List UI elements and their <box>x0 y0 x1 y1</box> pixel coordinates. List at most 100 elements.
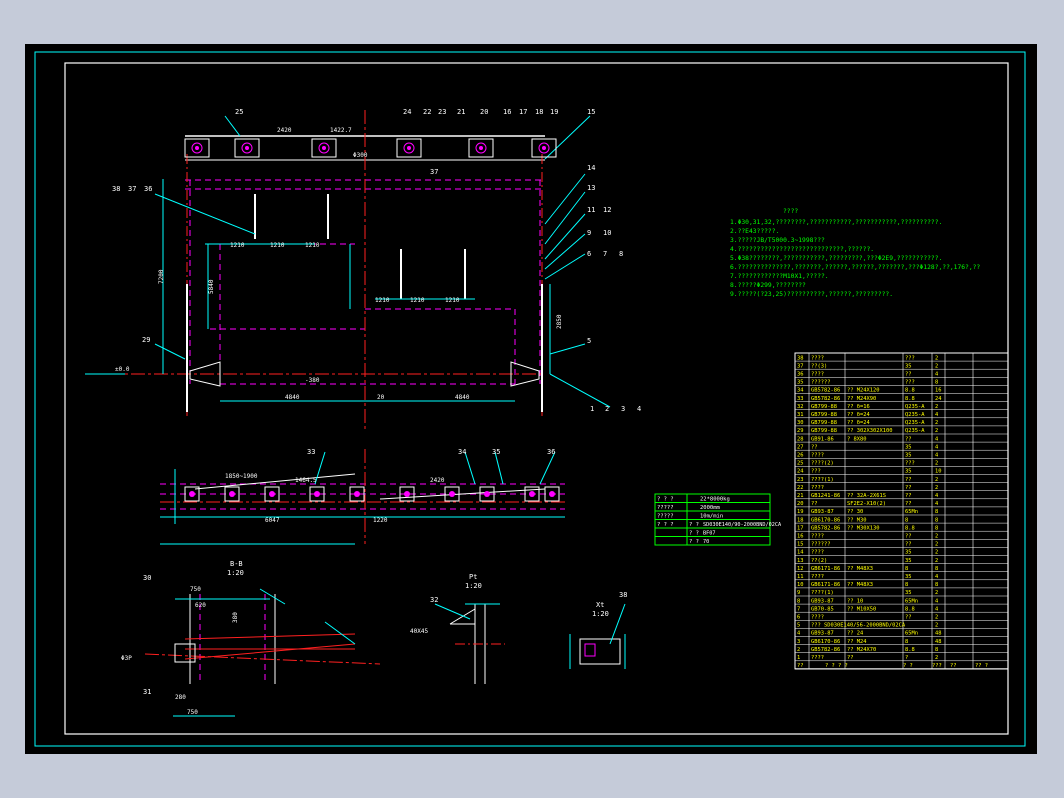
spec-label: ? ? ? <box>657 522 674 528</box>
parts-cell: ?? <box>905 436 912 442</box>
label-37b: 37 <box>430 168 438 176</box>
parts-cell: 35 <box>905 363 912 369</box>
parts-cell: GB6170-86 <box>811 639 840 645</box>
parts-cell: 4 <box>935 598 938 604</box>
label-3: 3 <box>621 405 625 413</box>
parts-cell: 24 <box>935 396 942 402</box>
parts-cell: ?? <box>905 477 912 483</box>
parts-cell: 29 <box>797 428 804 434</box>
pulley-icon <box>531 138 557 158</box>
parts-cell: ?? <box>905 501 912 507</box>
sec-bb-title: B-B <box>230 560 243 568</box>
parts-cell: 13 <box>797 558 804 564</box>
parts-cell: 8.8 <box>905 388 915 394</box>
parts-cell: 8 <box>935 582 938 588</box>
label-18: 18 <box>535 108 543 116</box>
parts-cell: 4 <box>935 606 938 612</box>
parts-cell: 8 <box>905 582 908 588</box>
pulley-icon <box>234 138 260 158</box>
parts-cell: 8 <box>935 509 938 515</box>
dim-7200: 7200 <box>158 269 165 284</box>
elevation-view <box>85 110 611 429</box>
label-15: 15 <box>587 108 595 116</box>
parts-cell: 18 <box>797 517 804 523</box>
parts-cell: ?? <box>847 655 854 661</box>
parts-cell: ?? 10 <box>847 598 863 604</box>
spec-label: ? ? ? <box>657 497 674 503</box>
parts-list: 38??????? 237 ??(3) 35 236?????? 435?????????… <box>794 352 1009 670</box>
parts-cell: 30 <box>797 420 804 426</box>
dim-750: 750 <box>190 586 201 593</box>
parts-cell: 28 <box>797 436 804 442</box>
label-11: 11 <box>587 206 595 214</box>
parts-cell: ?? M24X70 <box>847 647 876 653</box>
dim-neg380: -380 <box>305 377 320 384</box>
parts-cell: ??? SD030E140/56-2000BND/02CA <box>811 623 906 629</box>
parts-cell: 4 <box>935 436 938 442</box>
spec-sublabel: ? ? <box>689 539 699 545</box>
parts-cell: GB5782-86 <box>811 388 840 394</box>
parts-cell: ???? <box>811 550 824 556</box>
label-19: 19 <box>550 108 558 116</box>
parts-cell: ???? <box>811 453 824 459</box>
note-line-3: 3.?????JB/T5000.3~1998??? <box>730 237 825 244</box>
parts-cell: 8 <box>935 380 938 386</box>
parts-cell: 27 <box>797 444 804 450</box>
parts-cell: 8 <box>905 517 908 523</box>
parts-cell: 4 <box>935 444 938 450</box>
dim-40x45: 40X45 <box>410 628 428 635</box>
parts-cell: 38 <box>797 355 804 361</box>
parts-cell: 31 <box>797 412 804 418</box>
parts-cell: 8 <box>905 639 908 645</box>
label-30: 30 <box>143 574 151 582</box>
plan-block <box>264 486 280 502</box>
dim-750b: 750 <box>187 709 198 716</box>
label-32: 32 <box>430 596 438 604</box>
labels: 25 24 22 23 21 20 16 17 18 19 15 14 13 1… <box>112 108 641 696</box>
label-17: 17 <box>519 108 527 116</box>
parts-cell: ?? <box>905 485 912 491</box>
note-line-9: 9.?????(?23,25)??????????,??????,???????… <box>730 291 893 298</box>
spec-sublabel: ? ? <box>689 522 699 528</box>
parts-cell: 2 <box>797 647 800 653</box>
label-7: 7 <box>603 250 607 258</box>
dim-pm00: ±0.0 <box>115 366 130 373</box>
parts-cell: 2 <box>935 655 938 661</box>
label-31: 31 <box>143 688 151 696</box>
parts-cell: ?? 24 <box>847 631 863 637</box>
parts-cell: 35 <box>905 574 912 580</box>
parts-cell: GB93-87 <box>811 598 834 604</box>
parts-cell: 4 <box>935 574 938 580</box>
parts-cell: 34 <box>797 388 804 394</box>
parts-cell: GB799-88 <box>811 404 837 410</box>
parts-cell: 48 <box>935 639 942 645</box>
parts-cell: 7 <box>797 606 800 612</box>
parts-cell: 65Mn <box>905 509 918 515</box>
cad-drawing: 25 24 22 23 21 20 16 17 18 19 15 14 13 1… <box>34 51 1026 747</box>
label-25: 25 <box>235 108 243 116</box>
parts-cell: ?? <box>905 372 912 378</box>
parts-cell: 2 <box>935 485 938 491</box>
parts-cell: 2 <box>935 534 938 540</box>
parts-cell: ??? <box>905 461 915 467</box>
outer-frame <box>34 51 1026 747</box>
parts-cell: ?? <box>905 493 912 499</box>
parts-cell: 4 <box>935 453 938 459</box>
parts-cell: 4 <box>935 372 938 378</box>
parts-cell: 35 <box>905 444 912 450</box>
parts-cell: GB5782-86 <box>811 396 840 402</box>
parts-cell: ????(1) <box>811 477 834 483</box>
label-16: 16 <box>503 108 511 116</box>
dim-380: 380 <box>232 612 239 623</box>
dim-5840: 5840 <box>208 279 215 294</box>
parts-cell: 12 <box>797 566 804 572</box>
parts-cell: 1 <box>797 655 800 661</box>
dim-4840-a: 4840 <box>285 394 300 401</box>
parts-cell: 2 <box>935 477 938 483</box>
label-20: 20 <box>480 108 488 116</box>
parts-cell: 35 <box>797 380 804 386</box>
parts-cell: ?? M30 <box>847 517 866 523</box>
parts-cell: ?? M48X3 <box>847 566 873 572</box>
note-line-4: 4.????????????????????????????,??????. <box>730 246 874 253</box>
parts-cell: 8.8 <box>905 396 915 402</box>
